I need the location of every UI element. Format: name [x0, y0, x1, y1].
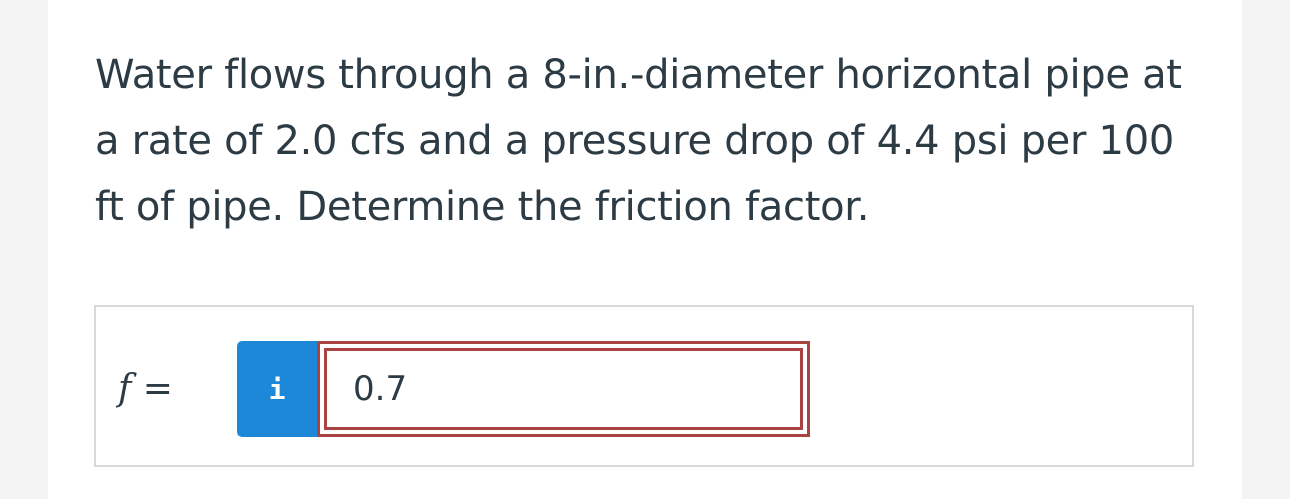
- answer-row: f = i: [94, 305, 1194, 467]
- info-icon: i: [268, 372, 286, 406]
- question-card: Water flows through a 8-in.-diameter hor…: [48, 0, 1242, 499]
- variable-name: f: [118, 368, 132, 409]
- answer-label: f =: [118, 367, 173, 411]
- equals-sign: =: [142, 368, 173, 409]
- answer-input[interactable]: [327, 351, 800, 427]
- answer-input-error-border: [324, 348, 803, 430]
- question-text: Water flows through a 8-in.-diameter hor…: [95, 52, 1182, 230]
- info-button[interactable]: i: [237, 341, 317, 437]
- answer-input-wrapper: [317, 341, 810, 437]
